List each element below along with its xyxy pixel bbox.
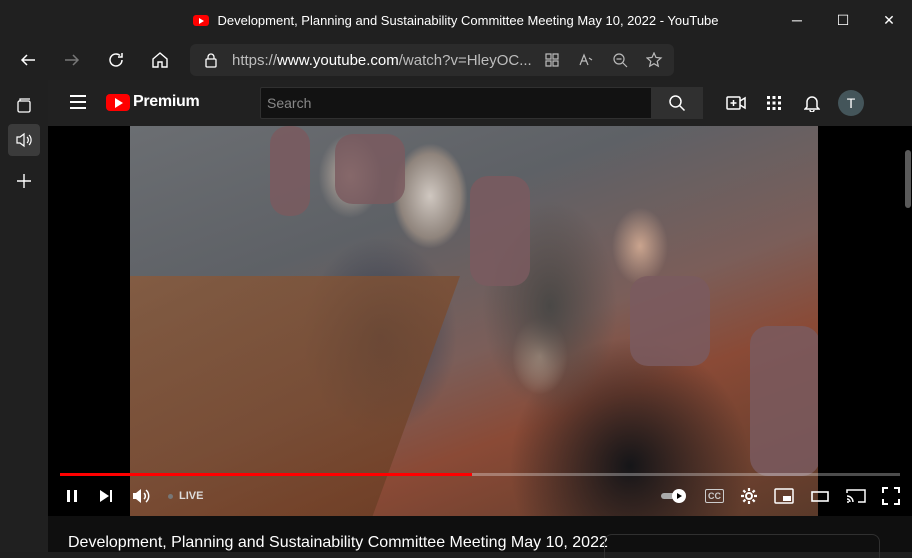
theater-icon[interactable] [810, 484, 830, 508]
browser-sidebar [0, 80, 48, 552]
url-scheme: https:// [232, 51, 278, 69]
search-input[interactable]: Search [260, 87, 652, 119]
chair-1 [270, 126, 310, 216]
youtube-icon [193, 14, 210, 26]
miniplayer-icon[interactable] [774, 484, 794, 508]
tab-actions-icon[interactable] [8, 90, 40, 122]
minimize-button[interactable]: ─ [774, 0, 820, 40]
settings-icon[interactable] [740, 484, 758, 508]
chair-4 [630, 276, 710, 366]
scrollbar-thumb[interactable] [905, 150, 911, 208]
add-icon[interactable] [8, 165, 40, 197]
refresh-icon[interactable] [96, 40, 136, 80]
video-player[interactable]: LIVE CC [48, 126, 912, 516]
search-button[interactable] [651, 87, 703, 119]
volume-icon[interactable] [132, 484, 150, 508]
bell-icon[interactable] [800, 88, 824, 118]
zoom-icon[interactable] [612, 52, 628, 68]
search-icon [668, 94, 686, 112]
progress-fill[interactable] [60, 473, 472, 476]
address-bar[interactable]: https://www.youtube.com/watch?v=HleyOC..… [190, 44, 674, 76]
side-panel [604, 534, 880, 558]
home-icon[interactable] [140, 40, 180, 80]
video-frame[interactable] [130, 126, 818, 516]
brand-name: Premium [133, 93, 200, 110]
scrollbar[interactable] [904, 126, 912, 552]
apps-grid-icon[interactable] [762, 88, 786, 118]
youtube-icon [106, 93, 130, 111]
chair-2 [335, 134, 405, 204]
browser-toolbar: https://www.youtube.com/watch?v=HleyOC..… [0, 40, 912, 112]
next-icon[interactable] [98, 484, 114, 508]
favorite-add-icon[interactable] [646, 52, 664, 68]
menu-icon[interactable] [70, 95, 86, 109]
maximize-button[interactable]: ☐ [820, 0, 866, 40]
video-title: Development, Planning and Sustainability… [68, 534, 608, 551]
cast-icon[interactable] [846, 484, 866, 508]
captions-icon[interactable]: CC [705, 484, 724, 508]
window-titlebar: Development, Planning and Sustainability… [0, 0, 912, 40]
lock-icon[interactable] [204, 52, 218, 68]
url-path: /watch?v=HleyOC... [398, 51, 532, 69]
chair-3 [470, 176, 530, 286]
url-domain: www.youtube.com [277, 51, 399, 69]
youtube-logo[interactable]: Premium [106, 93, 200, 111]
avatar[interactable]: T [838, 90, 864, 116]
youtube-header: Premium Search T [48, 80, 912, 126]
desk [130, 276, 460, 516]
autoplay-icon[interactable] [659, 484, 689, 508]
youtube-page: Premium Search T LIVE CC Development, Pl… [48, 80, 912, 558]
fullscreen-icon[interactable] [882, 484, 900, 508]
chair-5 [750, 326, 818, 476]
close-button[interactable]: ✕ [866, 0, 912, 40]
window-title: Development, Planning and Sustainability… [217, 12, 719, 28]
live-badge[interactable]: LIVE [168, 484, 203, 508]
read-aloud-icon[interactable] [578, 52, 594, 68]
pause-icon[interactable] [64, 484, 80, 508]
back-icon[interactable] [8, 40, 48, 80]
audio-icon[interactable] [8, 124, 40, 156]
apps-icon[interactable] [544, 52, 560, 68]
create-icon[interactable] [724, 88, 748, 118]
forward-icon[interactable] [52, 40, 92, 80]
